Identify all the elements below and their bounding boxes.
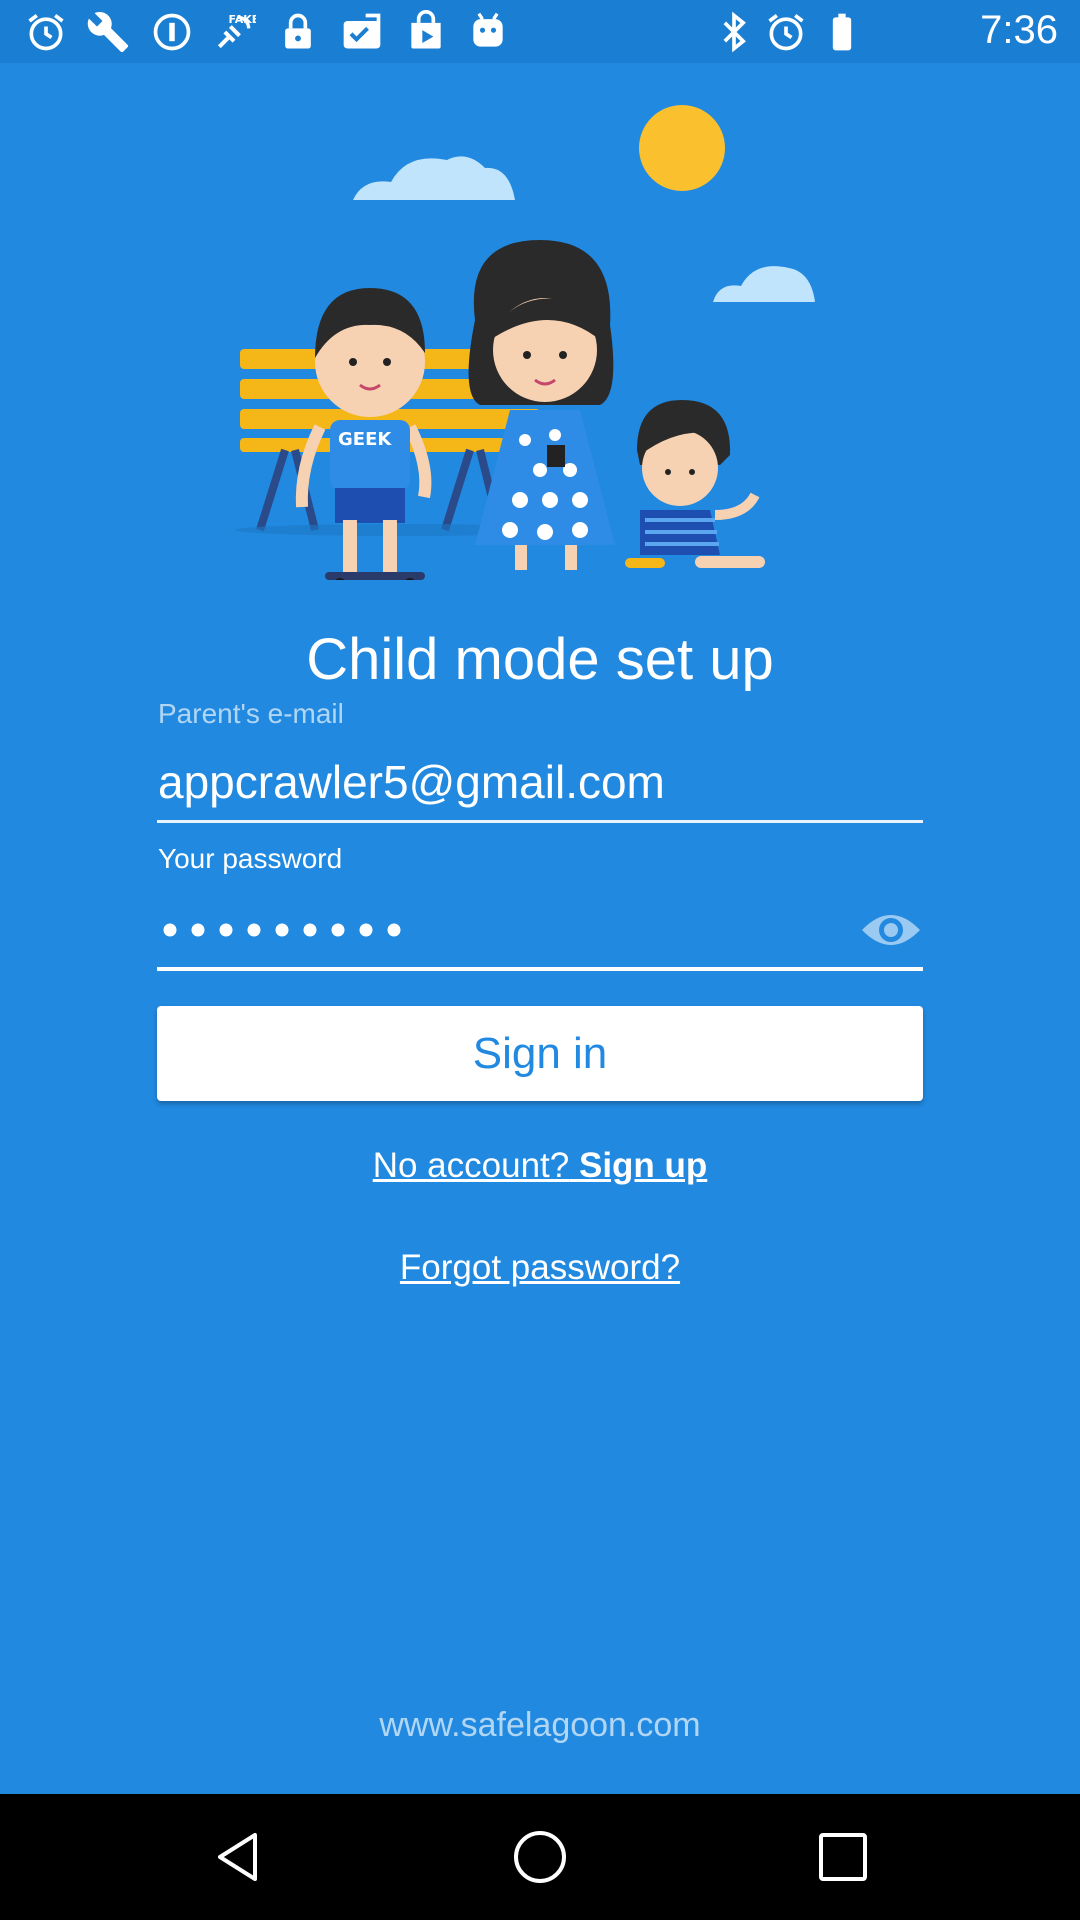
sign-up-prefix: No account? bbox=[372, 1146, 570, 1185]
cloud bbox=[353, 156, 515, 200]
play-store-icon bbox=[411, 10, 441, 49]
info-icon bbox=[153, 13, 191, 51]
lock-icon bbox=[285, 13, 311, 49]
child-figure bbox=[625, 400, 765, 568]
email-field[interactable]: appcrawler5@gmail.com bbox=[158, 755, 665, 809]
sign-in-button[interactable]: Sign in bbox=[157, 1006, 923, 1101]
checklist-icon bbox=[343, 13, 381, 49]
boy-figure: GEEK bbox=[295, 288, 432, 580]
svg-text:GEEK: GEEK bbox=[338, 429, 392, 450]
page-title: Child mode set up bbox=[306, 627, 774, 692]
email-underline bbox=[157, 820, 923, 823]
svg-text:FAKE: FAKE bbox=[229, 13, 257, 26]
android-icon bbox=[473, 12, 503, 47]
sun bbox=[639, 105, 725, 191]
sign-up-link[interactable]: No account? Sign up bbox=[0, 1146, 1080, 1186]
navigation-bar bbox=[0, 1794, 1080, 1920]
alarm-icon bbox=[28, 14, 64, 51]
home-icon[interactable] bbox=[510, 1827, 570, 1887]
eye-icon[interactable] bbox=[860, 905, 922, 955]
email-label: Parent's e-mail bbox=[158, 698, 344, 729]
status-time: 7:36 bbox=[980, 8, 1058, 52]
status-bar: FAKE 7:36 bbox=[0, 0, 1080, 63]
password-label: Your password bbox=[158, 843, 343, 874]
back-icon[interactable] bbox=[210, 1827, 270, 1887]
mother-figure bbox=[468, 240, 615, 570]
sign-up-label: Sign up bbox=[578, 1146, 708, 1185]
footer-url: www.safelagoon.com bbox=[379, 1706, 701, 1744]
cloud bbox=[713, 266, 815, 302]
forgot-password-link[interactable]: Forgot password? bbox=[0, 1248, 1080, 1288]
password-underline bbox=[157, 967, 923, 971]
battery-icon bbox=[832, 13, 852, 51]
wrench-icon bbox=[87, 12, 129, 53]
alarm-icon bbox=[768, 14, 804, 51]
family-illustration: GEEK bbox=[235, 105, 815, 580]
recents-icon[interactable] bbox=[813, 1827, 873, 1887]
bluetooth-icon bbox=[723, 11, 746, 53]
fake-gps-icon: FAKE bbox=[217, 13, 257, 49]
password-field[interactable] bbox=[158, 918, 408, 942]
